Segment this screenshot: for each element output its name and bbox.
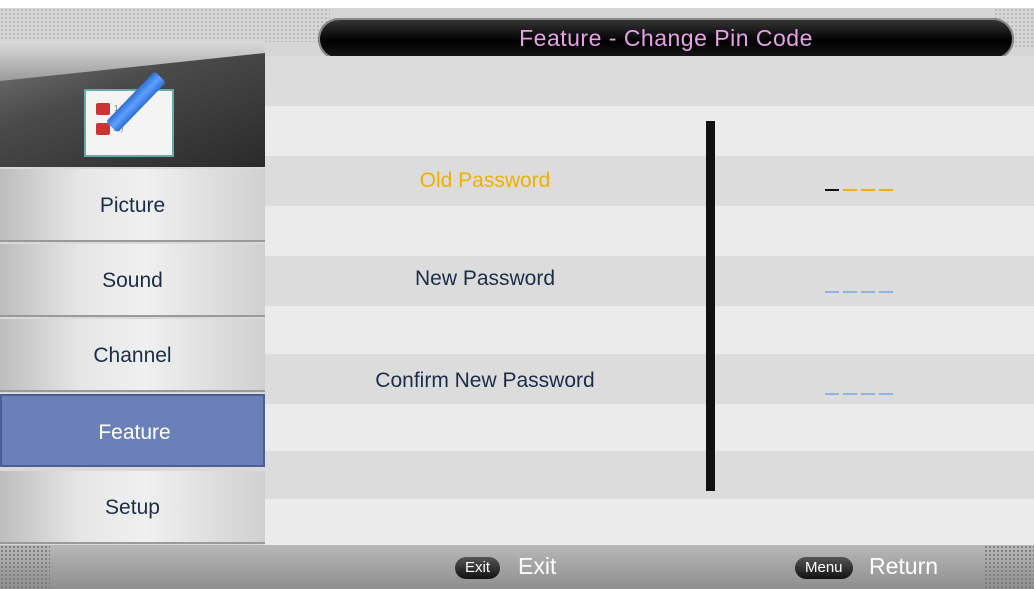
- checkbox-icon: [96, 123, 110, 135]
- sidebar-item-setup[interactable]: Setup: [0, 471, 265, 544]
- old-password-field[interactable]: [825, 171, 895, 191]
- confirm-password-field[interactable]: [825, 375, 895, 395]
- sidebar-item-sound[interactable]: Sound: [0, 244, 265, 317]
- confirm-password-label[interactable]: Confirm New Password: [265, 369, 705, 393]
- new-password-label[interactable]: New Password: [265, 267, 705, 291]
- dot-texture: [0, 8, 330, 42]
- change-pin-panel: Old Password New Password Confirm New Pa…: [265, 56, 1034, 549]
- sidebar-item-feature[interactable]: Feature: [0, 394, 265, 467]
- bottom-bar: Exit Exit Menu Return: [0, 545, 1034, 589]
- old-password-label[interactable]: Old Password: [265, 169, 705, 193]
- tv-menu-screen: Feature - Change Pin Code 1.) 2.) Pictur…: [0, 8, 1034, 589]
- column-divider: [706, 121, 715, 491]
- checkbox-icon: [96, 103, 110, 115]
- sidebar-item-label: Channel: [93, 344, 172, 367]
- sidebar-item-label: Setup: [105, 496, 160, 519]
- dot-texture: [984, 545, 1034, 589]
- exit-label[interactable]: Exit: [518, 553, 556, 580]
- page-title: Feature - Change Pin Code: [519, 25, 813, 51]
- dot-texture: [0, 545, 50, 589]
- menu-key-badge[interactable]: Menu: [795, 557, 853, 579]
- new-password-field[interactable]: [825, 273, 895, 293]
- return-label[interactable]: Return: [869, 553, 938, 580]
- sidebar-item-label: Feature: [98, 421, 171, 444]
- sidebar-item-label: Sound: [102, 269, 163, 292]
- exit-key-badge[interactable]: Exit: [455, 557, 501, 579]
- sidebar-item-channel[interactable]: Channel: [0, 319, 265, 392]
- feature-icon-panel: 1.) 2.): [0, 41, 265, 167]
- title-bar: Feature - Change Pin Code: [318, 18, 1014, 60]
- sidebar-item-picture[interactable]: Picture: [0, 169, 265, 242]
- sidebar-menu: Picture Sound Channel Feature Setup: [0, 169, 265, 547]
- sidebar-item-label: Picture: [99, 194, 166, 217]
